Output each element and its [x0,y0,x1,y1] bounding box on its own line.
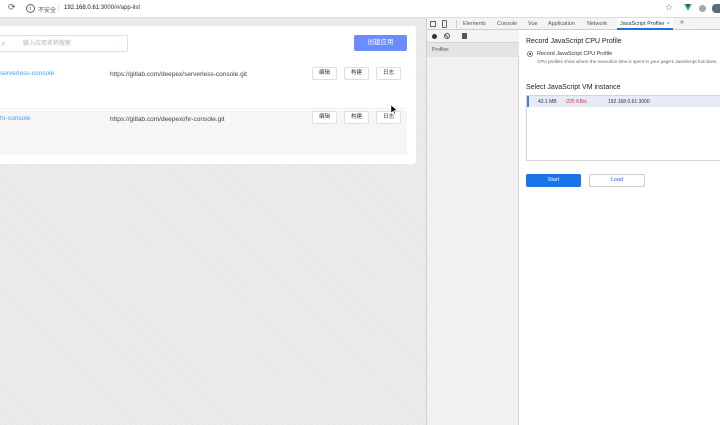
edit-button[interactable]: 编辑 [312,111,337,124]
record-icon[interactable] [432,34,437,39]
profiles-header: Profiles [427,43,519,57]
app-repo-url: https://gitlab.com/deepex/serverless-con… [110,71,247,78]
info-icon[interactable]: i [26,4,35,13]
devtools-tab-bar: Elements Console Vue Application Network… [427,18,720,30]
tab-vue[interactable]: Vue [528,21,538,27]
search-field[interactable]: ⌕ [0,35,128,52]
build-button[interactable]: 构建 [344,67,369,80]
vm-memory: 43.1 MB [538,99,557,105]
search-icon: ⌕ [1,39,6,48]
close-icon[interactable]: × [667,21,670,27]
app-list-card: ⌕ 创建应用 serverless-console https://gitlab… [0,26,416,164]
separator [456,20,457,28]
profile-type-radio[interactable] [527,51,533,57]
log-button[interactable]: 日志 [376,111,401,124]
tab-console[interactable]: Console [497,21,517,27]
search-input[interactable] [23,39,123,49]
build-button[interactable]: 构建 [344,111,369,124]
tab-application[interactable]: Application [548,21,575,27]
app-repo-url: https://gitlab.com/deepexi/hr-console.gi… [110,116,225,123]
vm-host: 192.168.0.61:3000 [608,99,650,105]
create-app-button[interactable]: 创建应用 [354,35,407,51]
vm-rate: ↑225 KB/s [564,99,587,105]
vue-extension-icon[interactable] [684,4,692,12]
extension-icon[interactable] [699,5,706,12]
vm-instance-row[interactable]: 43.1 MB ↑225 KB/s 192.168.0.61:3000 [527,96,720,107]
tab-javascript-profiler[interactable]: JavaScript Profiler × [617,18,673,30]
mouse-cursor-icon [391,105,397,114]
radio-description: CPU profiles show where the execution ti… [537,59,718,64]
bookmark-star-icon[interactable]: ☆ [665,3,673,13]
device-toolbar-icon[interactable] [442,20,447,28]
app-name-link[interactable]: hr-console [0,115,30,122]
radio-label[interactable]: Record JavaScript CPU Profile [537,51,612,57]
not-secure-label: 不安全 [38,8,57,14]
load-button[interactable]: Load [589,174,645,187]
profile-section-title: Record JavaScript CPU Profile [526,38,622,45]
trash-icon[interactable] [462,33,467,39]
profiles-label: Profiles [432,47,449,53]
profiles-sidebar: Profiles [427,30,519,425]
profiler-toolbar [427,30,519,43]
separator: | [58,5,60,11]
profiler-main: Record JavaScript CPU Profile Record Jav… [519,30,720,425]
tab-elements[interactable]: Elements [463,21,486,27]
browser-toolbar: ⟳ i 不安全 | 192.168.0.61:3000/#/app-list ☆ [0,0,720,18]
table-row: serverless-console https://gitlab.com/de… [0,64,407,109]
profile-avatar-icon[interactable] [712,4,720,13]
edit-button[interactable]: 编辑 [312,67,337,80]
address-bar[interactable]: 192.168.0.61:3000/#/app-list [64,5,140,11]
inspect-element-icon[interactable] [430,21,436,27]
log-button[interactable]: 日志 [376,67,401,80]
table-row: hr-console https://gitlab.com/deepexi/hr… [0,110,407,155]
app-name-link[interactable]: serverless-console [0,70,54,77]
url-path: :3000/#/app-list [99,5,141,11]
app-list-page: ⌕ 创建应用 serverless-console https://gitlab… [0,18,426,425]
clear-icon[interactable] [444,33,450,39]
tab-label: JavaScript Profiler [620,21,665,27]
more-tabs-icon[interactable]: » [680,19,684,26]
vm-instance-list: 43.1 MB ↑225 KB/s 192.168.0.61:3000 [526,95,720,161]
vm-section-title: Select JavaScript VM instance [526,84,621,91]
devtools-panel: Elements Console Vue Application Network… [426,18,720,425]
url-host: 192.168.0.61 [64,5,100,11]
reload-icon[interactable]: ⟳ [8,4,17,13]
tab-network[interactable]: Network [587,21,607,27]
start-button[interactable]: Start [526,174,581,187]
